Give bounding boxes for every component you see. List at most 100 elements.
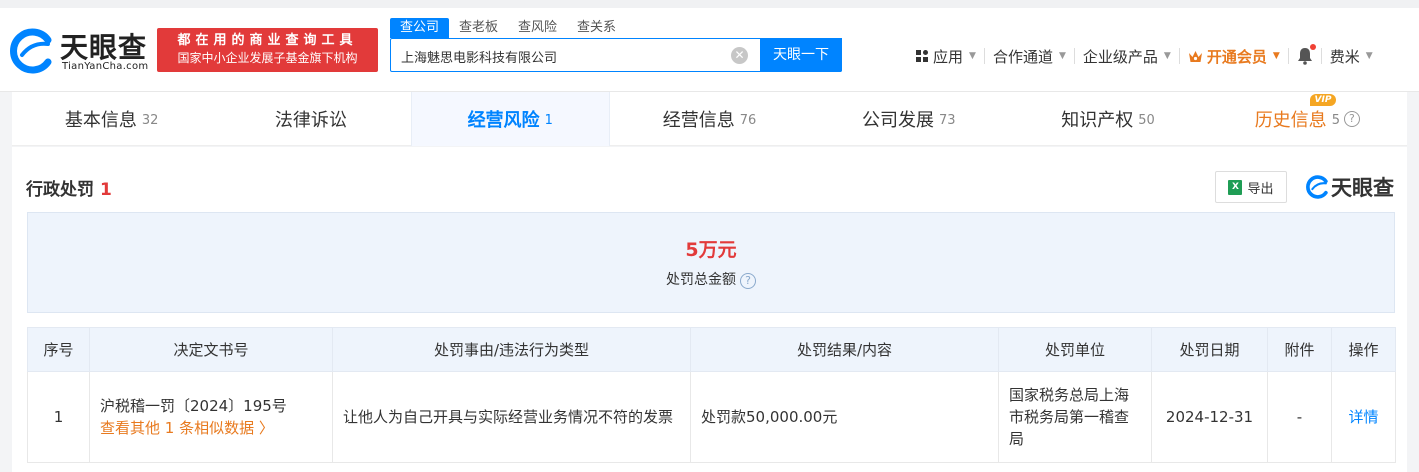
caret-down-icon: ▼ [1272, 51, 1280, 61]
caret-down-icon: ▼ [1163, 51, 1171, 61]
search-tab-company[interactable]: 查公司 [390, 18, 450, 38]
section-count: 1 [100, 180, 112, 200]
tab-development[interactable]: 公司发展 73 [809, 92, 1008, 146]
search-tab-risk[interactable]: 查风险 [508, 18, 567, 38]
section-title-text: 行政处罚 [26, 180, 94, 200]
help-icon[interactable]: ? [1343, 111, 1360, 127]
col-header-reason: 处罚事由/违法行为类型 [332, 327, 691, 372]
clear-icon[interactable]: ✕ [731, 47, 748, 64]
logo-text: 天眼查 [60, 31, 148, 64]
slogan-line-2: 国家中小企业发展子基金旗下机构 [177, 51, 358, 65]
nav-enterprise[interactable]: 企业级产品 ▼ [1075, 46, 1179, 67]
tab-count: 73 [938, 112, 956, 128]
cell-reason: 让他人为自己开具与实际经营业务情况不符的发票 [332, 371, 691, 463]
logo-domain: TianYanCha.com [62, 61, 149, 72]
search-tab-boss[interactable]: 查老板 [449, 18, 508, 38]
col-header-action: 操作 [1331, 327, 1396, 372]
col-header-date: 处罚日期 [1151, 327, 1268, 372]
section-title: 行政处罚 1 [26, 175, 112, 200]
tianyancha-logo-icon [10, 28, 52, 74]
nav-user[interactable]: 费米 ▼ [1322, 46, 1381, 67]
tab-label: 基本信息 [64, 110, 137, 131]
cell-attachment: - [1267, 371, 1332, 463]
tab-operation-info[interactable]: 经营信息 76 [610, 92, 809, 146]
tab-legal[interactable]: 法律诉讼 [211, 92, 410, 146]
cell-unit: 国家税务总局上海市税务局第一稽查局 [998, 371, 1152, 463]
search-tabs: 查公司 查老板 查风险 查关系 [390, 16, 842, 38]
bell-icon [1297, 44, 1316, 65]
col-header-attachment: 附件 [1267, 327, 1332, 372]
detail-link[interactable]: 详情 [1331, 371, 1396, 463]
caret-down-icon: ▼ [969, 51, 976, 61]
nav-partner[interactable]: 合作通道 ▼ [985, 46, 1074, 67]
tab-count: 76 [739, 112, 757, 128]
excel-icon: X [1228, 179, 1243, 195]
slogan-banner: 都在用的商业查询工具 国家中小企业发展子基金旗下机构 [157, 28, 378, 72]
grid-icon [916, 49, 928, 62]
tab-label: 公司发展 [861, 110, 934, 131]
user-name: 费米 [1329, 47, 1360, 66]
notification-dot [1309, 44, 1316, 50]
brand-watermark: 天眼查 [1305, 171, 1394, 203]
search-area: 查公司 查老板 查风险 查关系 上海魅思电影科技有限公司 ✕ 天眼一下 [390, 16, 842, 72]
nav-vip[interactable]: 开通会员 ▼ [1180, 46, 1288, 67]
tab-count: 5 [1331, 112, 1340, 128]
admin-penalty-panel: 行政处罚 1 X 导出 天眼查 5万元 处罚总金额? 序号 决定文书号 处罚事由/… [12, 147, 1407, 472]
cell-date: 2024-12-31 [1151, 371, 1268, 463]
col-header-result: 处罚结果/内容 [690, 327, 999, 372]
nav-partner-label: 合作通道 [992, 47, 1053, 66]
caret-down-icon: ▼ [1058, 51, 1066, 61]
nav-enterprise-label: 企业级产品 [1082, 47, 1158, 66]
nav-apps[interactable]: 应用 ▼ [908, 46, 984, 67]
table-header-row: 序号 决定文书号 处罚事由/违法行为类型 处罚结果/内容 处罚单位 处罚日期 附… [27, 327, 1396, 372]
total-amount-label-text: 处罚总金额 [666, 272, 736, 288]
site-header: 天眼查 TianYanCha.com 都在用的商业查询工具 国家中小企业发展子基… [0, 8, 1419, 92]
penalty-table: 序号 决定文书号 处罚事由/违法行为类型 处罚结果/内容 处罚单位 处罚日期 附… [27, 327, 1396, 463]
doc-number: 沪税稽一罚〔2024〕195号 [100, 397, 287, 415]
similar-data-link[interactable]: 查看其他 1 条相似数据 〉 [100, 417, 322, 439]
export-label: 导出 [1247, 181, 1274, 197]
tab-label: 知识产权 [1061, 110, 1134, 131]
crown-icon [1188, 50, 1202, 62]
company-tabs: 基本信息 32 法律诉讼 经营风险 1 经营信息 76 公司发展 73 知识产权 50 历… [12, 92, 1407, 146]
tab-count: 32 [141, 112, 159, 128]
search-box: 上海魅思电影科技有限公司 ✕ 天眼一下 [390, 38, 842, 72]
penalty-summary: 5万元 处罚总金额? [27, 212, 1395, 313]
tab-label: 法律诉讼 [274, 110, 347, 131]
tab-label: 历史信息 [1254, 110, 1327, 131]
search-tab-relation[interactable]: 查关系 [567, 18, 626, 38]
total-amount-label: 处罚总金额? [28, 269, 1394, 289]
top-strip [0, 0, 1419, 8]
tab-history[interactable]: 历史信息 5? [1208, 92, 1407, 146]
export-button[interactable]: X 导出 [1215, 171, 1287, 203]
site-logo[interactable]: 天眼查 TianYanCha.com [8, 26, 148, 76]
cell-result: 处罚款50,000.00元 [690, 371, 999, 463]
nav-apps-label: 应用 [933, 47, 964, 66]
brand-text: 天眼查 [1331, 176, 1394, 200]
tab-operation-risk[interactable]: 经营风险 1 [410, 92, 610, 146]
total-amount: 5万元 [685, 239, 737, 261]
tianyancha-logo-icon [1306, 175, 1328, 199]
top-nav: 应用 ▼ 合作通道 ▼ 企业级产品 ▼ 开通会员 ▼ 费米 ▼ [908, 44, 1381, 68]
col-header-unit: 处罚单位 [998, 327, 1152, 372]
col-header-no: 序号 [27, 327, 90, 372]
col-header-doc: 决定文书号 [89, 327, 333, 372]
cell-no: 1 [27, 371, 90, 463]
table-row: 1 沪税稽一罚〔2024〕195号 查看其他 1 条相似数据 〉 让他人为自己开… [27, 371, 1396, 463]
caret-down-icon: ▼ [1365, 51, 1373, 61]
nav-notifications[interactable] [1289, 44, 1321, 65]
tab-count: 1 [544, 112, 553, 128]
tab-label: 经营风险 [467, 110, 540, 131]
nav-vip-label: 开通会员 [1206, 47, 1267, 66]
tab-basic-info[interactable]: 基本信息 32 [12, 92, 211, 146]
similar-data-text: 查看其他 1 条相似数据 [100, 419, 255, 437]
search-input[interactable]: 上海魅思电影科技有限公司 [401, 47, 557, 66]
slogan-line-1: 都在用的商业查询工具 [177, 33, 358, 48]
search-button[interactable]: 天眼一下 [760, 38, 842, 72]
vip-badge: VIP [1310, 94, 1336, 106]
tab-count: 50 [1138, 112, 1155, 128]
chevron-right-icon: 〉 [258, 419, 274, 437]
cell-doc: 沪税稽一罚〔2024〕195号 查看其他 1 条相似数据 〉 [89, 371, 333, 463]
tab-ip[interactable]: 知识产权 50 [1008, 92, 1207, 146]
help-icon[interactable]: ? [740, 273, 756, 289]
